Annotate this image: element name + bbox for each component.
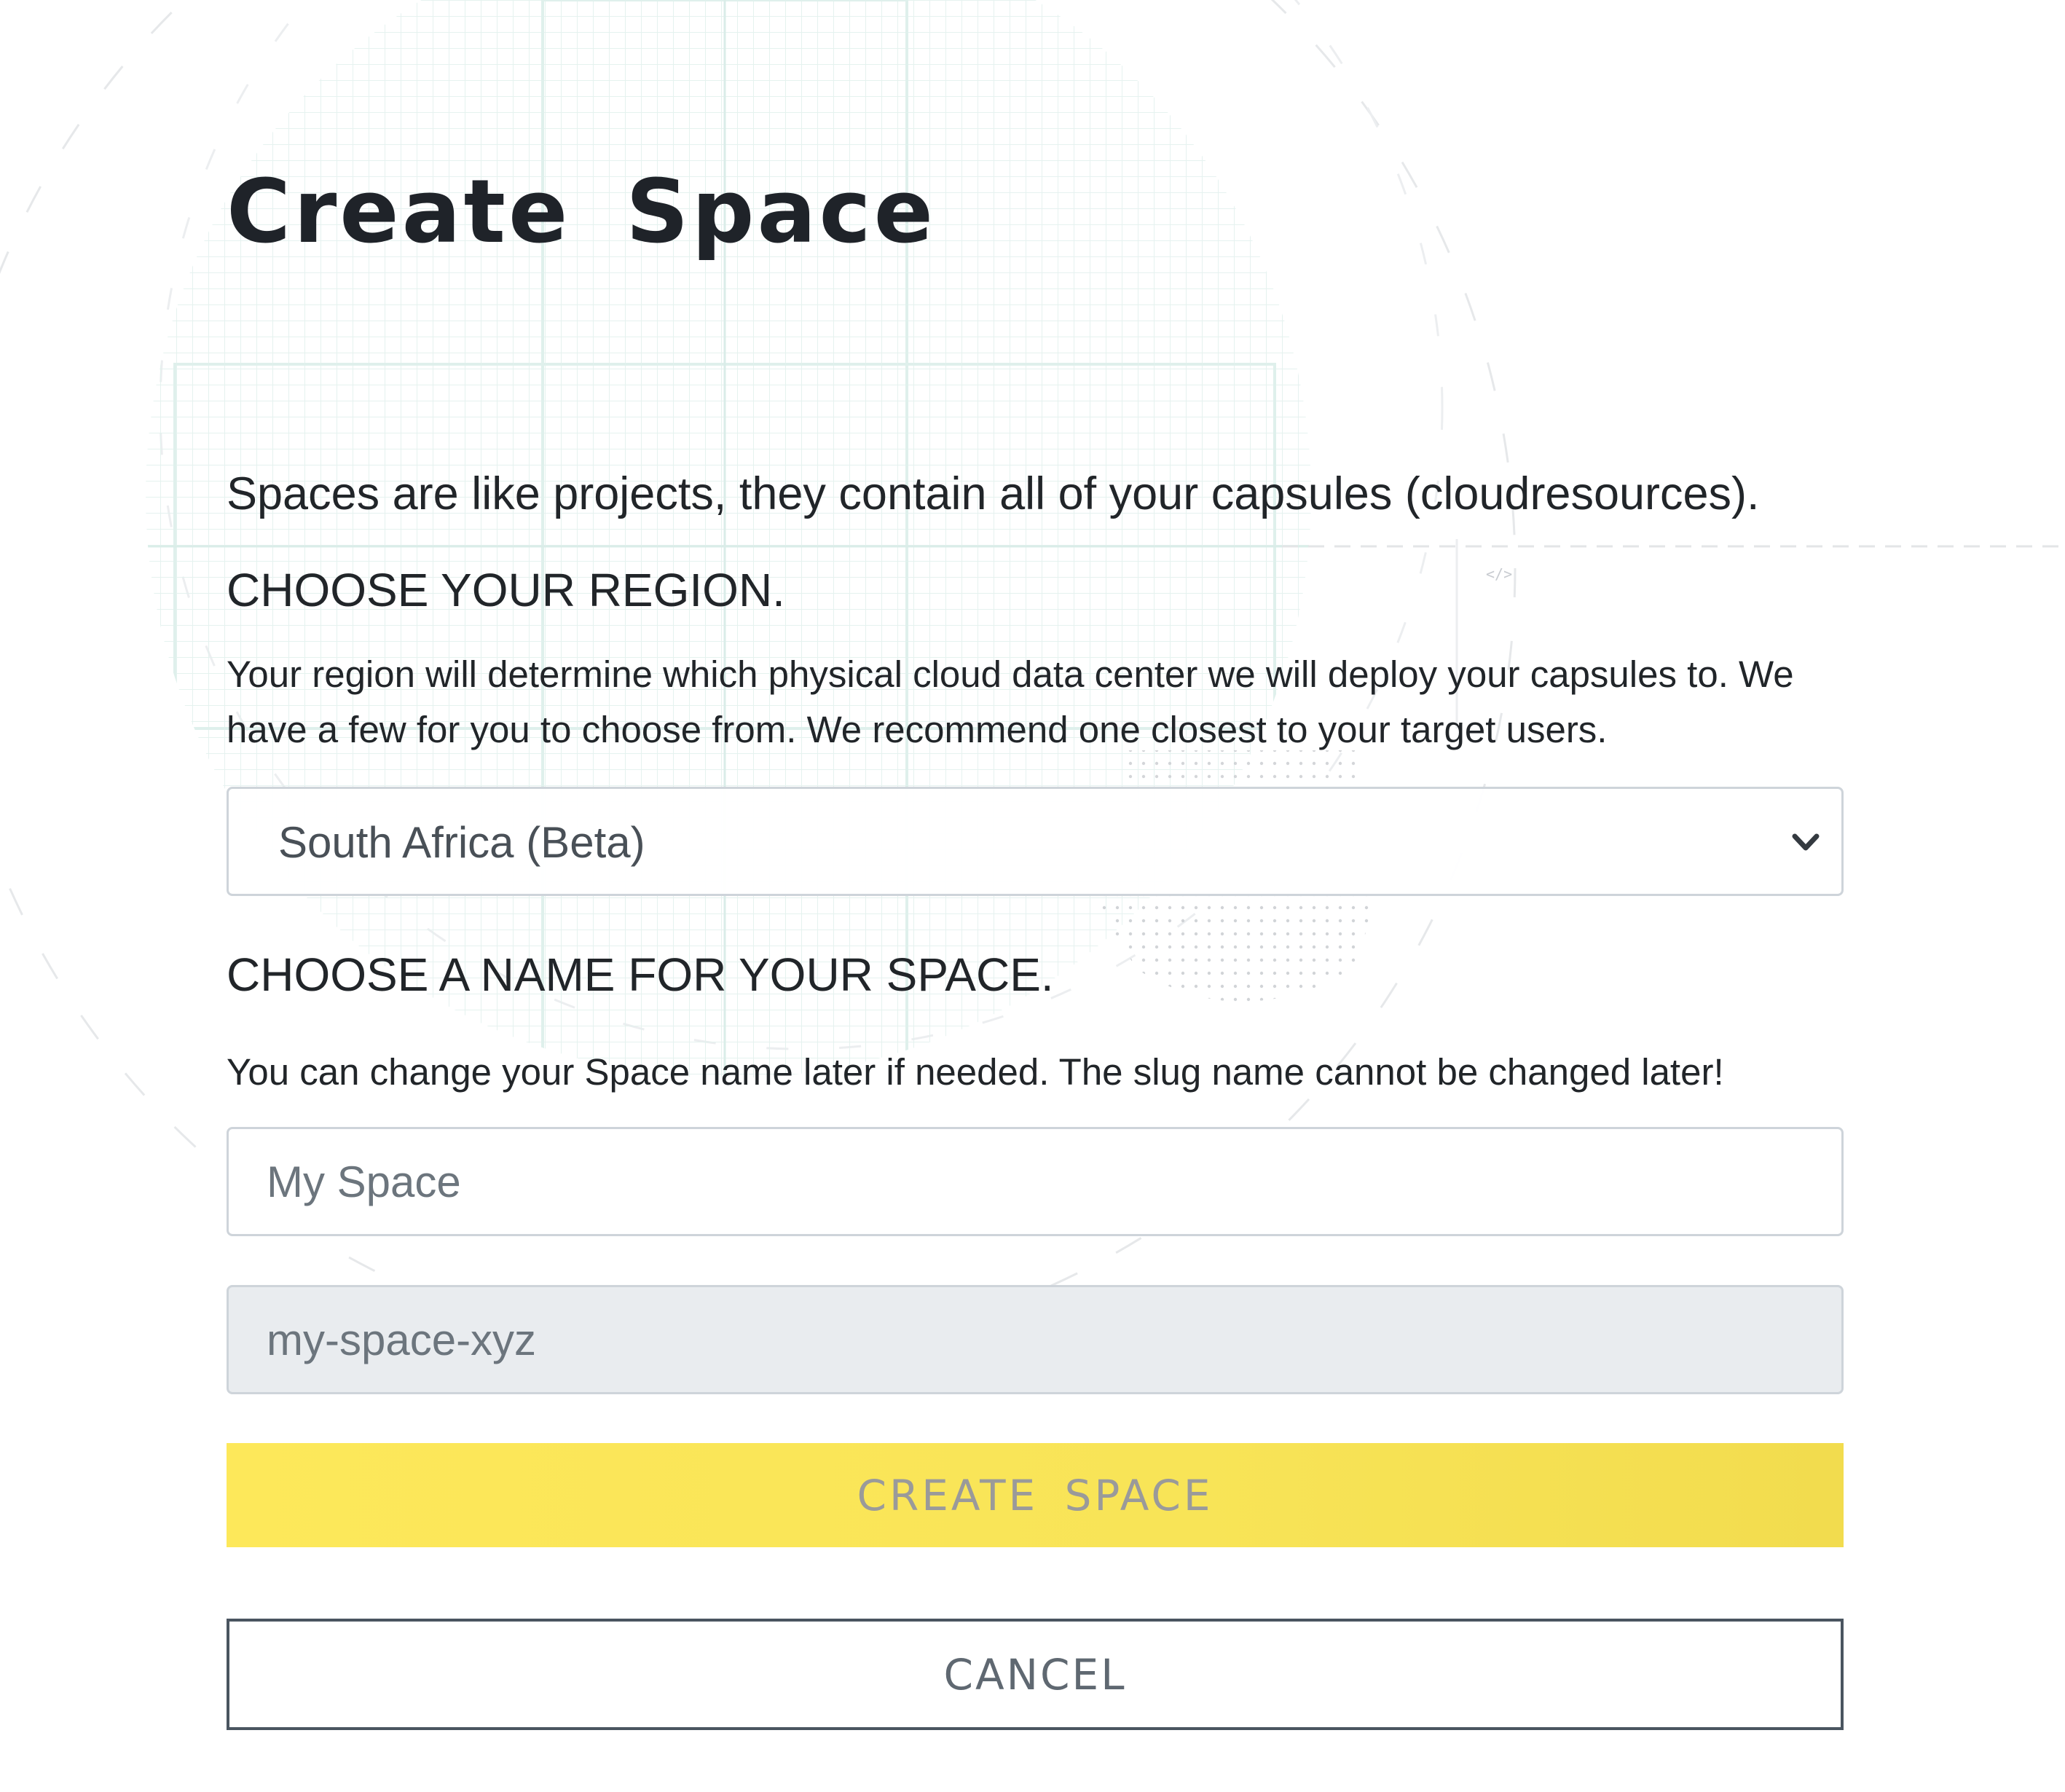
page-title: Create Space — [227, 162, 936, 263]
intro-text: Spaces are like projects, they contain a… — [227, 468, 1760, 519]
name-help-text: You can change your Space name later if … — [227, 1051, 1724, 1093]
code-glyph-icon: </> — [1486, 565, 1512, 583]
region-select-value: South Africa (Beta) — [278, 818, 645, 867]
create-space-button[interactable]: CREATE SPACE — [227, 1443, 1844, 1547]
cancel-button[interactable]: CANCEL — [227, 1619, 1844, 1730]
name-heading: CHOOSE A NAME FOR YOUR SPACE. — [227, 948, 1054, 1001]
space-slug-input[interactable] — [227, 1285, 1844, 1394]
region-help-text: Your region will determine which physica… — [227, 653, 1794, 750]
region-heading: CHOOSE YOUR REGION. — [227, 564, 785, 616]
region-select[interactable]: South Africa (Beta) — [227, 787, 1844, 896]
space-name-input[interactable] — [227, 1127, 1844, 1236]
chevron-down-icon — [1792, 833, 1820, 851]
